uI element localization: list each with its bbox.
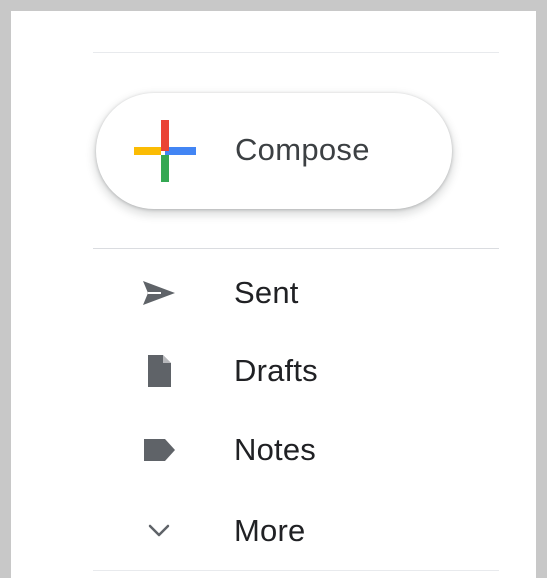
compose-divider <box>93 248 499 249</box>
nav-item-more[interactable]: More <box>93 500 499 562</box>
nav-item-drafts[interactable]: Drafts <box>93 340 499 402</box>
send-icon <box>143 281 175 305</box>
draft-file-icon <box>148 355 171 387</box>
nav-label-more: More <box>234 513 306 548</box>
label-tag-icon <box>144 439 175 461</box>
nav-item-notes[interactable]: Notes <box>93 419 499 481</box>
compose-button[interactable]: Compose <box>96 93 452 209</box>
top-divider <box>93 52 499 53</box>
nav-label-notes: Notes <box>234 432 316 467</box>
plus-multicolor-icon <box>134 120 196 182</box>
chevron-down-icon <box>148 524 170 537</box>
nav-label-sent: Sent <box>234 275 299 310</box>
nav-item-sent[interactable]: Sent <box>93 262 499 324</box>
bottom-divider <box>93 570 499 571</box>
compose-label: Compose <box>235 132 370 167</box>
nav-label-drafts: Drafts <box>234 353 318 388</box>
window-frame: Compose Sent Drafts Notes More <box>0 0 547 578</box>
